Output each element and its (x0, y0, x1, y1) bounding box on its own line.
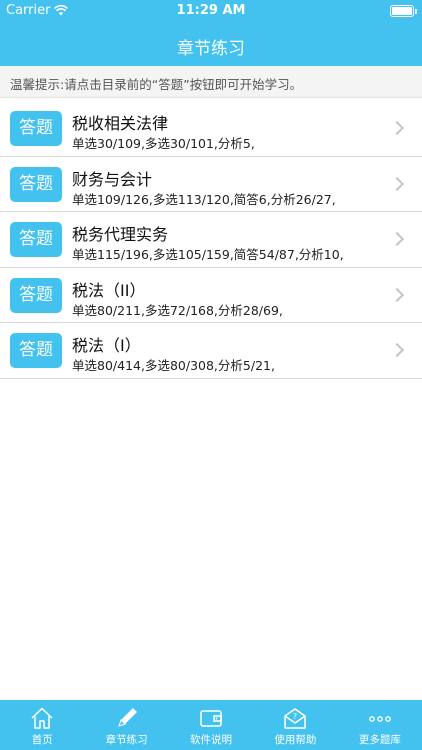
home-icon (31, 707, 53, 729)
svg-text:?: ? (293, 712, 297, 721)
more-icon (368, 716, 391, 722)
chapter-title: 税务代理实务 (72, 225, 169, 244)
chapter-title: 税法（I） (72, 336, 141, 355)
page-title: 章节练习 (177, 39, 245, 59)
tab-help[interactable]: ? 使用帮助 (253, 700, 337, 750)
chapter-stats: 单选80/211,多选72/168,分析28/69, (72, 302, 283, 318)
tab-home[interactable]: 首页 (0, 700, 84, 750)
chapter-stats: 单选115/196,多选105/159,简答54/87,分析10, (72, 247, 344, 262)
chapter-title: 税法（II） (72, 280, 146, 300)
status-time: 11:29 AM (176, 3, 246, 18)
answer-button[interactable]: 答题 (10, 166, 62, 202)
chevron-right-icon (389, 120, 405, 136)
status-bar: Carrier 11:29 AM (0, 0, 422, 22)
chapter-row[interactable]: 答题 税务代理实务 单选115/196,多选105/159,简答54/87,分析… (0, 212, 422, 268)
chapter-title: 财务与会计 (72, 169, 153, 189)
chapter-row[interactable]: 答题 税收相关法律 单选30/109,多选30/101,分析5, (0, 101, 422, 157)
tab-software-info[interactable]: 软件说明 (169, 700, 253, 750)
answer-button[interactable]: 答题 (10, 222, 62, 257)
tab-label: 使用帮助 (274, 734, 317, 746)
tab-label: 首页 (31, 734, 53, 746)
chapter-row[interactable]: 答题 税法（I） 单选80/414,多选80/308,分析5/21, (0, 323, 422, 379)
hint-text: 温馨提示:请点击目录前的“答题”按钮即可开始学习。 (0, 66, 422, 98)
answer-button[interactable]: 答题 (10, 333, 62, 368)
answer-button[interactable]: 答题 (10, 277, 62, 313)
tab-label: 章节练习 (105, 734, 148, 746)
tab-chapter-practice[interactable]: 章节练习 (84, 700, 168, 750)
tab-more-banks[interactable]: 更多题库 (338, 700, 422, 750)
chapter-title: 税收相关法律 (72, 114, 169, 133)
wallet-icon (200, 710, 222, 727)
chevron-right-icon (389, 176, 405, 191)
chapter-list: 答题 税收相关法律 单选30/109,多选30/101,分析5, 答题 财务与会… (0, 101, 422, 379)
chapter-stats: 单选109/126,多选113/120,简答6,分析26/27, (72, 191, 336, 207)
chevron-right-icon (389, 342, 405, 358)
chevron-right-icon (389, 287, 405, 302)
help-envelope-icon: ? (284, 708, 307, 729)
tab-bar: 首页 章节练习 软件说明 ? 使用帮助 更多题库 (0, 700, 422, 750)
chevron-right-icon (389, 231, 405, 247)
answer-button[interactable]: 答题 (10, 111, 62, 146)
chapter-stats: 单选80/414,多选80/308,分析5/21, (72, 358, 275, 373)
chapter-row[interactable]: 答题 税法（II） 单选80/211,多选72/168,分析28/69, (0, 267, 422, 323)
pencil-icon (117, 708, 137, 727)
battery-icon (390, 5, 417, 17)
tab-label: 软件说明 (190, 734, 233, 746)
chapter-row[interactable]: 答题 财务与会计 单选109/126,多选113/120,简答6,分析26/27… (0, 156, 422, 212)
tab-label: 更多题库 (358, 734, 401, 746)
navigation-header: Carrier 11:29 AM 章节练习 (0, 0, 422, 66)
chapter-stats: 单选30/109,多选30/101,分析5, (72, 136, 255, 151)
